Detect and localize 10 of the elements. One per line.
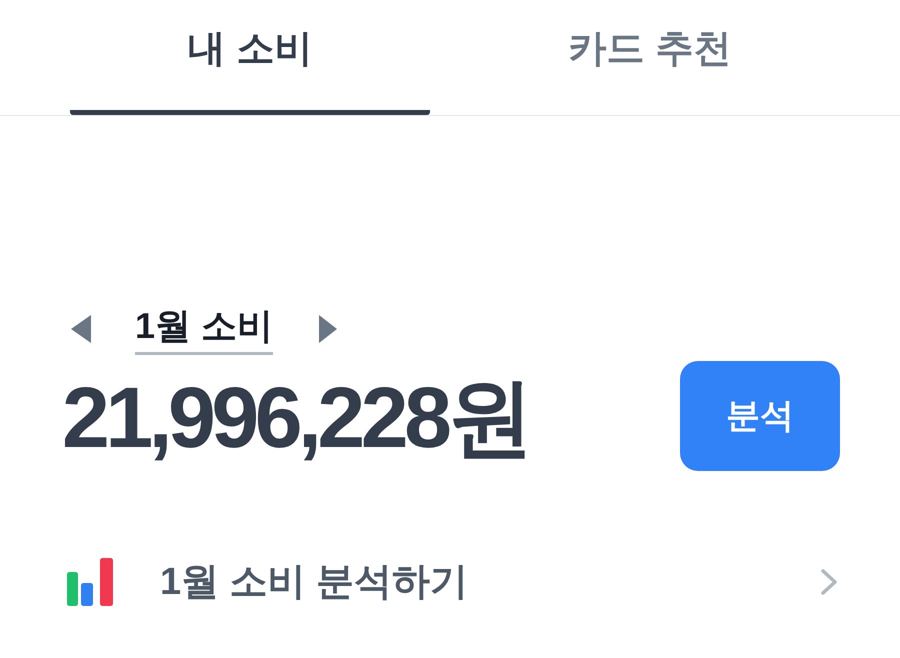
- tab[interactable]: 내 소비: [70, 0, 430, 115]
- left-triangle-icon[interactable]: [70, 314, 92, 344]
- total-amount: 21,996,228원: [62, 370, 529, 466]
- bar-chart-icon: [67, 558, 114, 606]
- chevron-right-icon: [820, 568, 838, 596]
- tab[interactable]: 카드 추천: [470, 0, 830, 115]
- menu-row-link[interactable]: 1월 소비 분석하기: [160, 554, 468, 610]
- right-triangle-icon[interactable]: [318, 314, 338, 344]
- month-selector[interactable]: 1월 소비: [135, 304, 274, 354]
- analyze-button[interactable]: 분석: [680, 361, 840, 471]
